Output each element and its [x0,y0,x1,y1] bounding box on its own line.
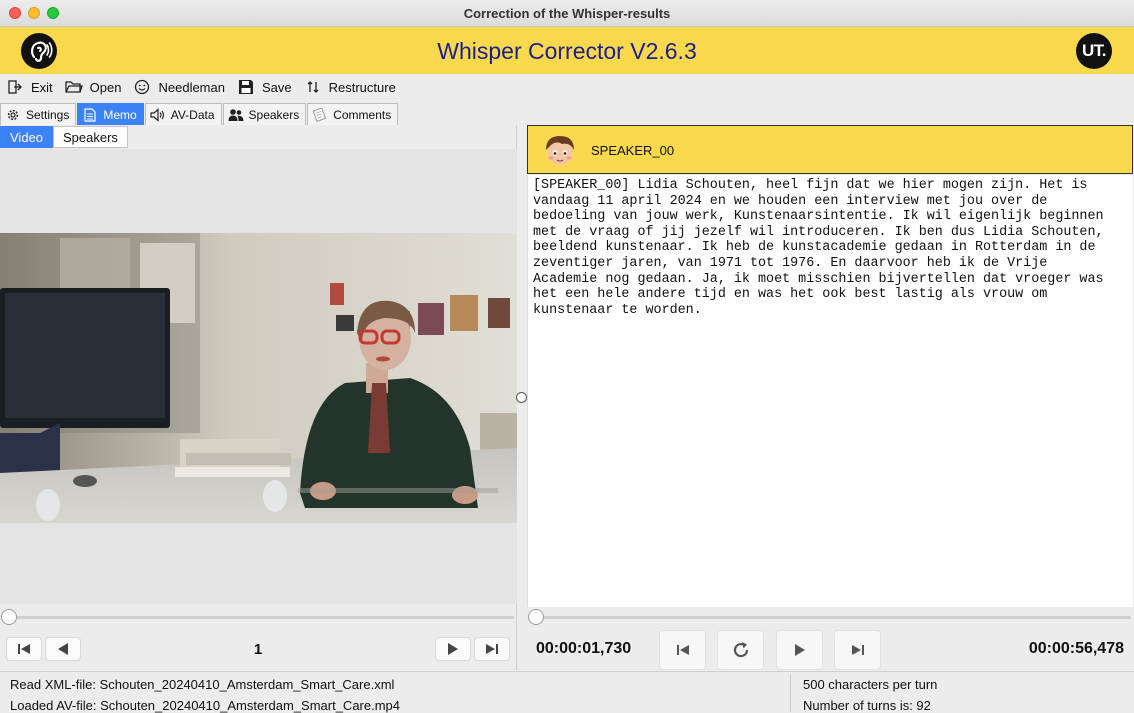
playback-controls: 00:00:01,730 00:00:56,478 [527,627,1133,670]
play-button[interactable] [776,630,823,670]
skip-forward-button[interactable] [834,630,881,670]
window-title: Correction of the Whisper-results [463,6,671,21]
transcript-pane: SPEAKER_00 [SPEAKER_00] Lidia Schouten, … [527,125,1134,670]
video-slider-knob[interactable] [1,609,17,625]
document-icon [82,107,98,122]
play-icon [794,644,805,656]
skip-back-button[interactable] [659,630,706,670]
xml-file-status: Read XML-file: Schouten_20240410_Amsterd… [10,677,395,692]
app-title: Whisper Corrector V2.6.3 [437,38,697,64]
app-header: Whisper Corrector V2.6.3 UT. [0,27,1134,74]
main-tabs: Settings Memo AV-Data Speakers Comments [0,103,399,125]
smiley-icon [133,79,151,95]
video-slider-track[interactable] [8,616,514,619]
video-nav-bar: 1 [0,627,517,670]
transcript-text-area[interactable]: [SPEAKER_00] Lidia Schouten, heel fijn d… [527,175,1133,607]
tab-speakers-label: Speakers [248,107,300,122]
exit-label: Exit [31,79,53,95]
open-label: Open [89,79,122,95]
status-bar: Read XML-file: Schouten_20240410_Amsterd… [0,671,1134,713]
tab-av-data[interactable]: AV-Data [144,103,222,125]
toolbar: Exit Open Needleman Save Restructure [0,74,1134,100]
speaker-icon [150,107,166,122]
tab-memo-label: Memo [103,107,137,122]
tab-speakers[interactable]: Speakers [222,103,307,125]
replay-button[interactable] [717,630,764,670]
tab-settings[interactable]: Settings [0,103,77,125]
skip-forward-icon [851,645,864,655]
triangle-left-icon [58,643,68,655]
skip-last-icon [486,644,498,654]
avatar [542,132,578,168]
skip-back-icon [676,645,689,655]
skip-first-icon [18,644,30,654]
left-subtabs: Video Speakers [0,126,128,148]
current-time: 00:00:01,730 [536,640,632,657]
open-button[interactable]: Open [65,79,122,95]
pane-splitter-handle[interactable] [516,392,527,403]
status-divider [790,674,791,712]
save-button[interactable]: Save [237,79,292,95]
previous-page-button[interactable] [45,637,81,661]
tab-av-data-label: AV-Data [170,107,215,122]
page-number: 1 [253,641,263,658]
av-file-status: Loaded AV-file: Schouten_20240410_Amster… [10,698,401,713]
speaker-name: SPEAKER_00 [591,143,675,158]
last-page-button[interactable] [474,637,510,661]
video-pane: Video Speakers 1 [0,125,517,670]
first-page-button[interactable] [6,637,42,661]
chars-per-turn-status: 500 characters per turn [803,677,938,692]
tab-comments[interactable]: Comments [307,103,399,125]
floppy-icon [237,79,255,95]
tab-settings-label: Settings [26,107,70,122]
audio-slider-knob[interactable] [528,609,544,625]
tab-memo[interactable]: Memo [77,103,144,125]
audio-slider-track[interactable] [535,616,1131,619]
needleman-label: Needleman [158,79,225,95]
people-icon [228,108,244,122]
exit-button[interactable]: Exit [6,79,53,95]
folder-icon [65,79,83,95]
subtab-video[interactable]: Video [0,126,54,148]
turn-count-status: Number of turns is: 92 [803,698,931,713]
video-frame[interactable] [0,233,517,523]
refresh-icon [733,642,748,658]
exit-icon [6,79,24,95]
tab-comments-label: Comments [333,107,392,122]
total-time: 00:00:56,478 [1028,640,1124,657]
video-area [0,149,517,604]
gear-icon [5,108,21,122]
ut-logo: UT. [1076,33,1112,69]
window-titlebar: Correction of the Whisper-results [0,0,1134,27]
triangle-right-icon [448,643,458,655]
restructure-label: Restructure [328,79,396,95]
app-window: Correction of the Whisper-results Whispe… [0,0,1134,713]
speaker-header: SPEAKER_00 [527,125,1133,174]
restructure-button[interactable]: Restructure [304,79,396,95]
next-page-button[interactable] [435,637,471,661]
needleman-button[interactable]: Needleman [133,79,225,95]
sort-arrows-icon [304,79,322,95]
subtab-speakers[interactable]: Speakers [53,126,128,148]
notes-icon [312,107,328,122]
audio-slider [527,607,1133,627]
save-label: Save [261,79,292,95]
